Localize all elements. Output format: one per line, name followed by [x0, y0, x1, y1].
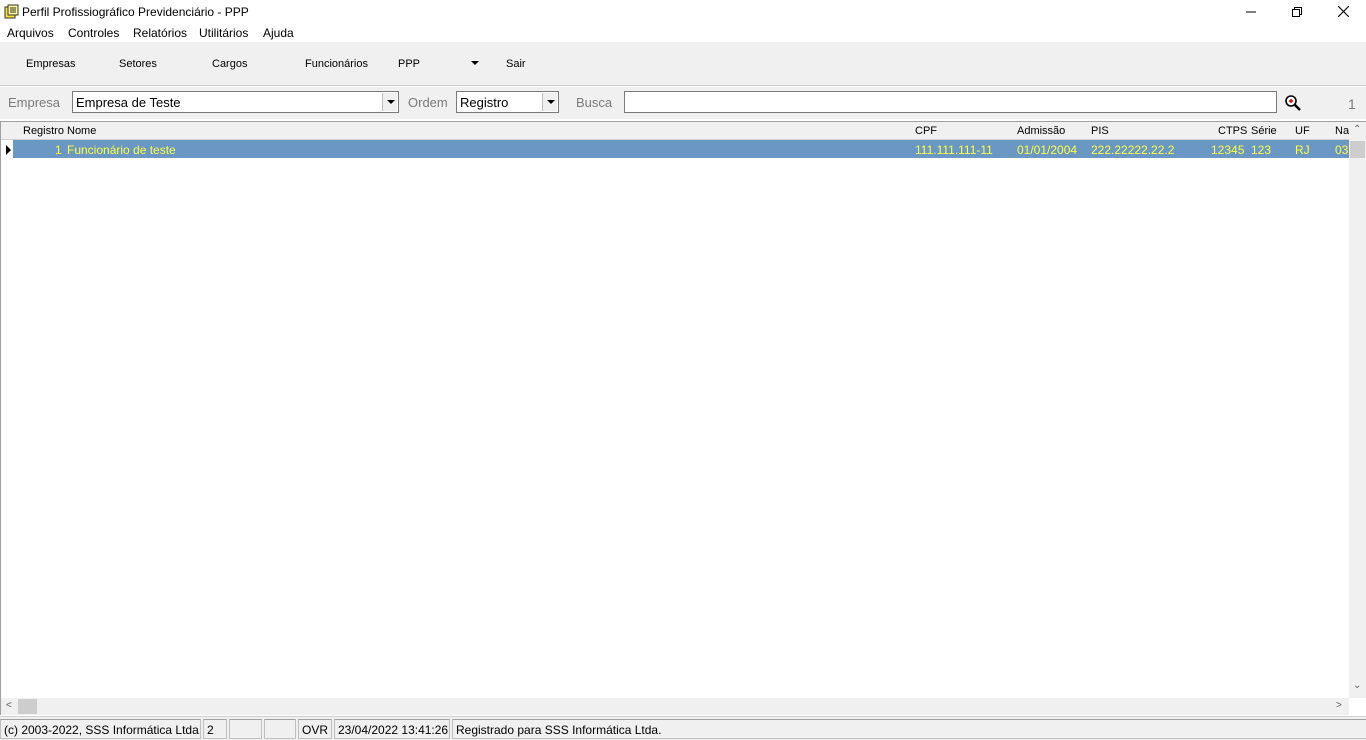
menu-ajuda[interactable]: Ajuda	[263, 26, 294, 40]
ppp-dropdown-arrow-icon[interactable]	[471, 61, 479, 65]
menu-bar: Arquivos Controles Relatórios Utilitário…	[0, 23, 1366, 42]
status-datetime: 23/04/2022 13:41:26	[334, 719, 450, 739]
close-button[interactable]	[1320, 0, 1366, 23]
cell-serie: 123	[1251, 143, 1272, 157]
column-admissao[interactable]: Admissão	[1017, 125, 1065, 137]
ordem-value: Registro	[460, 95, 509, 110]
grid-header: Registro Nome CPF Admissão PIS CTPS Séri…	[1, 122, 1349, 140]
cell-ctps: 12345	[1211, 143, 1245, 157]
ordem-select[interactable]: Registro	[456, 91, 559, 113]
funcionarios-button[interactable]: Funcionários	[305, 58, 368, 70]
status-copyright: (c) 2003-2022, SSS Informática Ltda.	[0, 719, 201, 739]
empresa-label: Empresa	[8, 95, 61, 110]
scroll-up-icon[interactable]: ⌃	[1353, 124, 1361, 135]
column-pis[interactable]: PIS	[1091, 125, 1109, 137]
cargos-button[interactable]: Cargos	[212, 58, 247, 70]
vertical-scroll-thumb[interactable]	[1350, 141, 1365, 158]
table-row[interactable]: 1 Funcionário de teste 111.111.111-11 01…	[13, 140, 1349, 158]
busca-input[interactable]	[624, 91, 1277, 113]
scroll-down-icon[interactable]: ⌄	[1353, 680, 1361, 691]
status-mode: OVR	[298, 719, 332, 739]
current-row-indicator-icon	[6, 145, 11, 155]
column-cpf[interactable]: CPF	[915, 125, 937, 137]
column-na[interactable]: Na	[1335, 125, 1349, 137]
ppp-button[interactable]: PPP	[398, 58, 420, 70]
cell-na: 03	[1335, 143, 1349, 157]
employee-grid: Registro Nome CPF Admissão PIS CTPS Séri…	[0, 121, 1366, 715]
column-nome[interactable]: Nome	[67, 125, 96, 137]
empresa-value: Empresa de Teste	[76, 95, 181, 110]
cell-admissao: 01/01/2004	[1017, 143, 1078, 157]
title-bar: Perfil Profissiográfico Previdenciário -…	[0, 0, 1366, 23]
menu-utilitarios[interactable]: Utilitários	[199, 26, 248, 40]
empresas-button[interactable]: Empresas	[26, 58, 76, 70]
horizontal-scrollbar[interactable]: < >	[1, 698, 1349, 715]
restore-button[interactable]	[1274, 0, 1320, 23]
restore-icon	[1292, 6, 1302, 17]
app-icon	[4, 4, 19, 19]
scroll-left-icon[interactable]: <	[6, 700, 12, 711]
sair-button[interactable]: Sair	[506, 58, 526, 70]
status-bar: (c) 2003-2022, SSS Informática Ltda. 2 O…	[0, 716, 1366, 740]
busca-label: Busca	[576, 95, 613, 110]
status-panel-2: 2	[203, 719, 227, 739]
column-uf[interactable]: UF	[1295, 125, 1310, 137]
window-title: Perfil Profissiográfico Previdenciário -…	[22, 5, 249, 19]
filter-bar: Empresa Empresa de Teste Ordem Registro …	[0, 87, 1366, 119]
cell-nome: Funcionário de teste	[67, 143, 176, 157]
menu-controles[interactable]: Controles	[68, 26, 119, 40]
status-panel-4	[264, 719, 296, 739]
column-ctps[interactable]: CTPS	[1218, 125, 1247, 137]
toolbar: Empresas Setores Cargos Funcionários PPP…	[0, 42, 1366, 86]
record-count: 1	[1348, 96, 1356, 112]
chevron-down-icon[interactable]	[382, 93, 397, 111]
horizontal-scroll-thumb[interactable]	[18, 699, 37, 714]
minimize-button[interactable]	[1228, 0, 1274, 23]
status-panel-3	[229, 719, 262, 739]
chevron-down-icon[interactable]	[542, 93, 557, 111]
empresa-select[interactable]: Empresa de Teste	[72, 91, 399, 113]
menu-arquivos[interactable]: Arquivos	[7, 26, 54, 40]
column-serie[interactable]: Série	[1251, 125, 1277, 137]
cell-pis: 222.22222.22.2	[1091, 143, 1175, 157]
search-icon[interactable]	[1284, 94, 1302, 112]
column-registro[interactable]: Registro	[23, 125, 64, 137]
status-registered: Registrado para SSS Informática Ltda.	[452, 719, 1366, 739]
close-icon	[1337, 6, 1349, 17]
cell-cpf: 111.111.111-11	[915, 143, 993, 157]
scroll-right-icon[interactable]: >	[1336, 700, 1342, 711]
cell-registro: 1	[55, 143, 62, 157]
ordem-label: Ordem	[408, 95, 448, 110]
cell-uf: RJ	[1295, 143, 1310, 157]
vertical-scrollbar[interactable]: ⌃ ⌄	[1349, 122, 1366, 698]
menu-relatorios[interactable]: Relatórios	[133, 26, 187, 40]
minimize-icon	[1246, 11, 1256, 12]
setores-button[interactable]: Setores	[119, 58, 157, 70]
